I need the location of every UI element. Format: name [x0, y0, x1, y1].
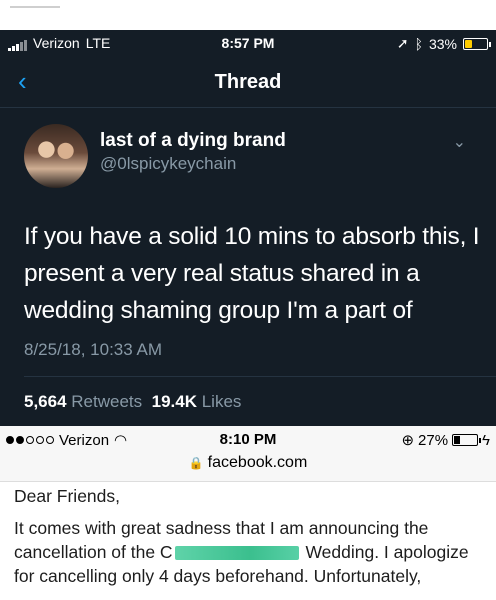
tweet-stats: 5,664 Retweets 19.4K Likes — [24, 392, 241, 412]
battery-icon — [463, 37, 491, 50]
bluetooth-icon: ᛒ — [414, 35, 423, 52]
post-body: Dear Friends, It comes with great sadnes… — [14, 484, 486, 588]
user-handle[interactable]: @0lspicykeychain — [100, 154, 236, 174]
tweet-text: If you have a solid 10 mins to absorb th… — [24, 223, 480, 324]
fb-battery-percent: 27% — [418, 431, 449, 449]
facebook-screenshot: Verizon ◠ 8:10 PM ⊕ 27% ϟ 🔒 facebook.com … — [0, 426, 496, 600]
status-right: ➚ ᛒ 33% — [396, 35, 491, 52]
post-paragraph: It comes with great sadness that I am an… — [14, 516, 486, 588]
charging-icon: ϟ — [482, 431, 490, 449]
fb-status-bar: Verizon ◠ 8:10 PM ⊕ 27% ϟ 🔒 facebook.com — [0, 426, 496, 482]
post-greeting: Dear Friends, — [14, 486, 121, 506]
divider — [24, 376, 496, 377]
url-text[interactable]: facebook.com — [208, 454, 308, 471]
chevron-down-icon[interactable]: ⌄ — [453, 132, 466, 152]
tweet-timestamp: 8/25/18, 10:33 AM — [24, 340, 162, 359]
tweet-header: last of a dying brand @0lspicykeychain ⌄ — [24, 124, 472, 194]
nav-title: Thread — [214, 71, 282, 93]
url-bar[interactable]: 🔒 facebook.com — [0, 454, 496, 472]
retweets-count[interactable]: 5,664 — [24, 392, 67, 411]
battery-percent: 33% — [428, 35, 457, 52]
lock-icon: 🔒 — [188, 456, 204, 470]
twitter-screenshot: Verizon LTE 8:57 PM ➚ ᛒ 33% ‹ Thread las… — [0, 30, 496, 426]
retweets-label[interactable]: Retweets — [71, 392, 142, 411]
display-name[interactable]: last of a dying brand — [100, 130, 286, 152]
avatar[interactable] — [24, 124, 88, 188]
likes-label[interactable]: Likes — [202, 392, 242, 411]
status-bar: Verizon LTE 8:57 PM ➚ ᛒ 33% — [0, 30, 496, 56]
top-margin — [0, 0, 496, 30]
rotation-lock-icon: ⊕ — [401, 432, 415, 449]
location-arrow-icon: ➚ — [396, 35, 409, 51]
fb-status-right: ⊕ 27% ϟ — [401, 431, 490, 450]
nav-bar: ‹ Thread — [0, 56, 496, 108]
likes-count[interactable]: 19.4K — [152, 392, 197, 411]
crop-mark — [10, 6, 60, 8]
battery-icon — [452, 434, 482, 446]
redaction-mark — [174, 546, 299, 561]
